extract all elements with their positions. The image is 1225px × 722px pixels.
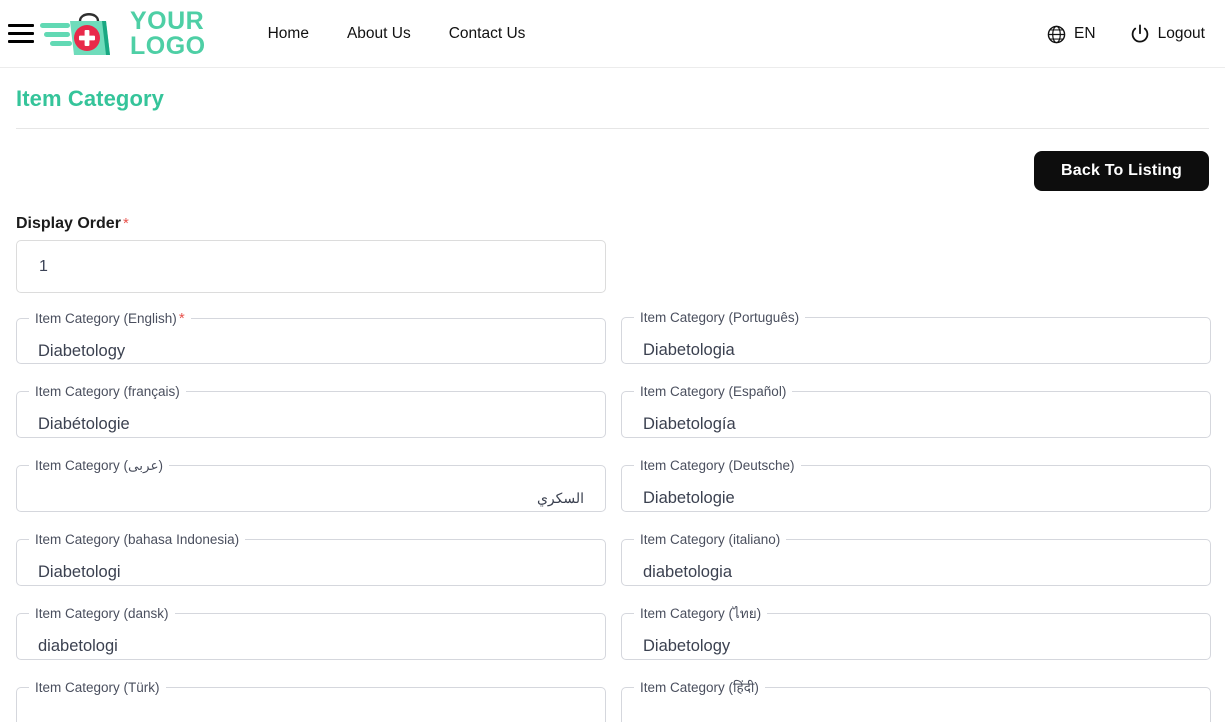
logout-label: Logout	[1157, 25, 1205, 42]
hamburger-bar	[8, 40, 34, 43]
field-legend: Item Category (bahasa Indonesia)	[29, 533, 245, 547]
field-label-text: Item Category (عربى)	[35, 458, 164, 473]
display-order-input[interactable]	[16, 240, 606, 293]
item-category-dansk-input[interactable]	[17, 620, 605, 672]
field-label-text: Item Category (ไทย)	[640, 606, 762, 621]
item-category-francais-input[interactable]	[17, 398, 605, 450]
language-label: EN	[1074, 25, 1096, 42]
field-legend: Item Category (Deutsche)	[634, 459, 801, 473]
item-category-italiano-input[interactable]	[622, 546, 1210, 598]
nav-item-contact-us[interactable]: Contact Us	[449, 25, 526, 43]
hamburger-bar	[8, 32, 34, 35]
item-category-bahasa-indonesia-field: Item Category (bahasa Indonesia)	[16, 533, 606, 598]
item-category-bahasa-indonesia-input[interactable]	[17, 546, 605, 598]
item-category-thai-input[interactable]	[622, 620, 1210, 672]
field-legend: Item Category (Türk)	[29, 681, 166, 695]
item-category-portugues-field: Item Category (Português)	[621, 311, 1211, 376]
field-label-text: Item Category (हिंदी)	[640, 680, 759, 695]
field-legend: Item Category (ไทย)	[634, 607, 767, 621]
item-category-italiano-field: Item Category (italiano)	[621, 533, 1211, 598]
field-label-text: Item Category (bahasa Indonesia)	[35, 532, 240, 547]
field-label-text: Item Category (italiano)	[640, 532, 781, 547]
item-category-arabic-input[interactable]	[17, 472, 605, 524]
globe-icon	[1047, 25, 1066, 43]
medical-shopping-bag-icon	[40, 12, 110, 55]
field-legend: Item Category (English) *	[29, 311, 191, 326]
item-category-espanol-input[interactable]	[622, 398, 1210, 450]
display-order-label: Display Order *	[16, 215, 1209, 233]
field-legend: Item Category (Português)	[634, 311, 805, 325]
item-category-francais-field: Item Category (français)	[16, 385, 606, 450]
item-category-deutsche-input[interactable]	[622, 472, 1210, 524]
item-category-turk-input[interactable]	[17, 694, 605, 722]
power-icon	[1131, 24, 1148, 43]
back-to-listing-button[interactable]: Back To Listing	[1034, 151, 1209, 191]
field-legend: Item Category (हिंदी)	[634, 681, 765, 695]
field-label-text: Item Category (Türk)	[35, 680, 160, 695]
item-category-turk-field: Item Category (Türk)	[16, 681, 606, 722]
field-legend: Item Category (français)	[29, 385, 186, 399]
logout-button[interactable]: Logout	[1130, 24, 1205, 44]
field-label-text: Item Category (English)	[35, 311, 177, 326]
logo-line-2: LOGO	[130, 31, 206, 60]
brand-logo[interactable]: YOUR LOGO	[40, 7, 206, 61]
language-selector[interactable]: EN	[1047, 25, 1096, 44]
logo-line-1: YOUR	[130, 6, 205, 35]
item-category-hindi-input[interactable]	[622, 694, 1210, 722]
hamburger-menu-icon[interactable]	[8, 24, 34, 43]
nav-item-home[interactable]: Home	[268, 25, 309, 43]
field-legend: Item Category (dansk)	[29, 607, 175, 621]
hamburger-bar	[8, 24, 34, 27]
required-asterisk: *	[178, 310, 185, 327]
item-category-hindi-field: Item Category (हिंदी)	[621, 681, 1211, 722]
display-order-label-text: Display Order	[16, 215, 121, 232]
field-legend: Item Category (italiano)	[634, 533, 786, 547]
logo-wordmark: YOUR LOGO	[130, 6, 206, 60]
page-header: Item Category	[0, 68, 1225, 129]
site-header: YOUR LOGO Home About Us Contact Us EN Lo…	[0, 0, 1225, 68]
item-category-arabic-field: Item Category (عربى)	[16, 459, 606, 524]
translation-fields-grid: Item Category (English)* Item Category (…	[16, 311, 1211, 722]
required-asterisk: *	[122, 215, 129, 232]
field-label-text: Item Category (Deutsche)	[640, 458, 795, 473]
field-legend: Item Category (عربى)	[29, 459, 169, 473]
header-actions: EN Logout	[1047, 0, 1205, 68]
main-navigation: Home About Us Contact Us	[268, 25, 526, 43]
item-category-english-field: Item Category (English) *	[16, 311, 606, 377]
field-label-text: Item Category (Português)	[640, 310, 800, 325]
nav-item-about-us[interactable]: About Us	[347, 25, 411, 43]
field-label-text: Item Category (Español)	[640, 384, 787, 399]
item-category-portugues-input[interactable]	[622, 324, 1210, 376]
field-legend: Item Category (Español)	[634, 385, 792, 399]
item-category-form: Display Order* Item Category (English)* …	[0, 215, 1225, 722]
item-category-dansk-field: Item Category (dansk)	[16, 607, 606, 672]
action-bar: Back To Listing	[0, 129, 1225, 191]
field-label-text: Item Category (dansk)	[35, 606, 169, 621]
item-category-thai-field: Item Category (ไทย)	[621, 607, 1211, 672]
item-category-deutsche-field: Item Category (Deutsche)	[621, 459, 1211, 524]
item-category-english-input[interactable]	[17, 326, 605, 377]
page-title: Item Category	[16, 86, 165, 111]
item-category-espanol-field: Item Category (Español)	[621, 385, 1211, 450]
field-label-text: Item Category (français)	[35, 384, 180, 399]
